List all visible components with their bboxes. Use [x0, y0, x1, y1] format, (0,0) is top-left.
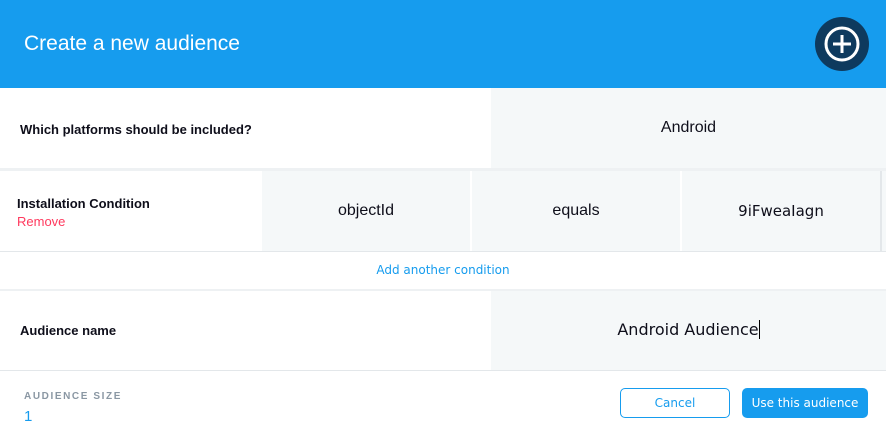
audience-name-label-cell: Audience name: [0, 291, 491, 370]
condition-operator-value: equals: [552, 202, 600, 219]
remove-condition-link[interactable]: Remove: [17, 214, 65, 229]
add-condition-row: Add another condition: [0, 252, 886, 289]
condition-title: Installation Condition: [17, 196, 150, 211]
audience-name-input[interactable]: Android Audience: [491, 291, 886, 370]
cancel-button[interactable]: Cancel: [620, 388, 730, 418]
modal-title: Create a new audience: [24, 32, 240, 55]
platforms-select[interactable]: Android: [491, 88, 886, 168]
audience-name-field[interactable]: Android Audience: [491, 320, 886, 339]
platforms-row: Which platforms should be included? Andr…: [0, 88, 886, 168]
platforms-value: Android: [660, 119, 717, 136]
audience-size-label: AUDIENCE SIZE: [24, 391, 123, 402]
condition-row-edge: [880, 171, 886, 251]
platforms-label: Which platforms should be included?: [20, 122, 252, 137]
add-condition-link[interactable]: Add another condition: [0, 263, 886, 277]
platforms-label-cell: Which platforms should be included?: [0, 88, 491, 168]
condition-value-input[interactable]: 9iFweaIagn: [682, 171, 880, 251]
condition-label-cell: Installation Condition Remove: [0, 171, 262, 251]
audience-name-value: Android Audience: [617, 320, 759, 339]
modal-header: Create a new audience: [0, 0, 886, 88]
audience-name-label: Audience name: [20, 323, 117, 338]
condition-operator-select[interactable]: equals: [472, 171, 680, 251]
audience-size-value: 1: [24, 408, 33, 425]
text-caret: [758, 320, 760, 339]
condition-value-text: 9iFweaIagn: [738, 202, 824, 220]
condition-field-select[interactable]: objectId: [262, 171, 470, 251]
condition-row: Installation Condition Remove objectId e…: [0, 171, 886, 251]
audience-name-row: Audience name Android Audience: [0, 291, 886, 370]
modal-footer: AUDIENCE SIZE 1 Cancel Use this audience: [0, 371, 886, 427]
condition-field-value: objectId: [337, 202, 395, 219]
use-audience-button[interactable]: Use this audience: [742, 388, 868, 418]
plus-circle-icon[interactable]: [815, 17, 869, 71]
